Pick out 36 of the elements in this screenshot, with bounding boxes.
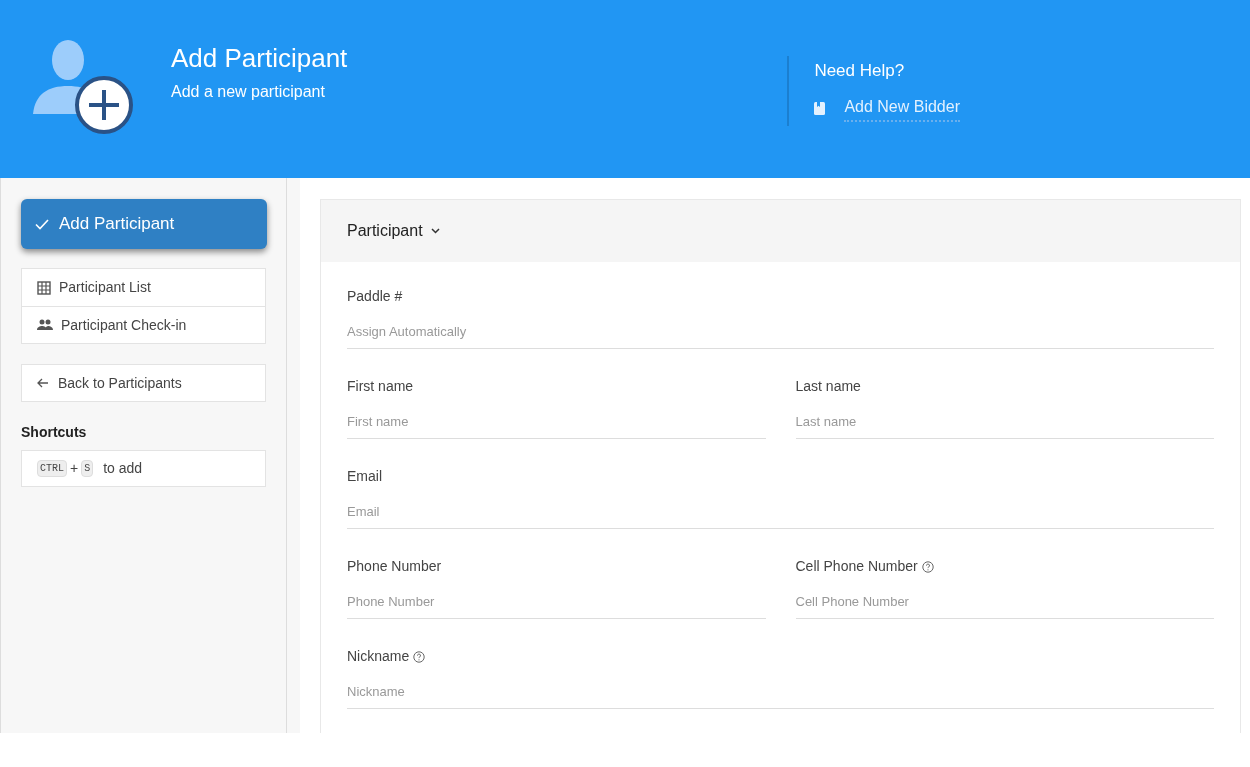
page-title: Add Participant (171, 42, 348, 74)
chevron-icon (430, 228, 440, 234)
field-label: Paddle # (347, 287, 403, 306)
keyboard-key: S (81, 460, 94, 477)
input-field[interactable]: First name (347, 405, 766, 439)
add-user-icon (31, 40, 135, 136)
input-field[interactable]: Last name (795, 405, 1214, 439)
field-label: First name (347, 377, 414, 396)
section-header[interactable]: Participant (321, 200, 1240, 262)
field-label: Cell Phone Number (795, 557, 918, 576)
help-icon[interactable] (921, 560, 934, 573)
plus-sign: + (70, 459, 79, 478)
field-label: Phone Number (347, 557, 442, 576)
keyboard-key: CTRL (37, 460, 67, 477)
back-button[interactable]: Back to Participants (21, 364, 266, 402)
add-participant-button[interactable]: Add Participant (21, 199, 267, 249)
help-title: Need Help? (814, 60, 906, 82)
grid-icon (37, 280, 51, 295)
input-field[interactable]: Cell Phone Number (795, 585, 1214, 619)
shortcut-text: to add (103, 459, 143, 478)
input-field[interactable]: Nickname (347, 675, 1214, 709)
input-field[interactable]: Email (347, 495, 1214, 529)
people-icon (37, 319, 53, 331)
back-arrow-icon (37, 378, 48, 388)
sidebar-item[interactable]: Participant Check-in (22, 306, 265, 343)
book-icon (814, 101, 826, 115)
field-label: Email (347, 467, 382, 486)
page-subtitle: Add a new participant (171, 82, 326, 102)
field-label: Nickname (347, 647, 410, 666)
input-field[interactable]: Assign Automatically (347, 315, 1214, 349)
check-icon (35, 218, 49, 230)
help-icon[interactable] (413, 650, 426, 663)
input-field[interactable]: Phone Number (347, 585, 766, 619)
shortcuts-heading: Shortcuts (21, 423, 88, 442)
sidebar-item[interactable]: Participant List (22, 269, 265, 306)
field-label: Last name (795, 377, 861, 396)
